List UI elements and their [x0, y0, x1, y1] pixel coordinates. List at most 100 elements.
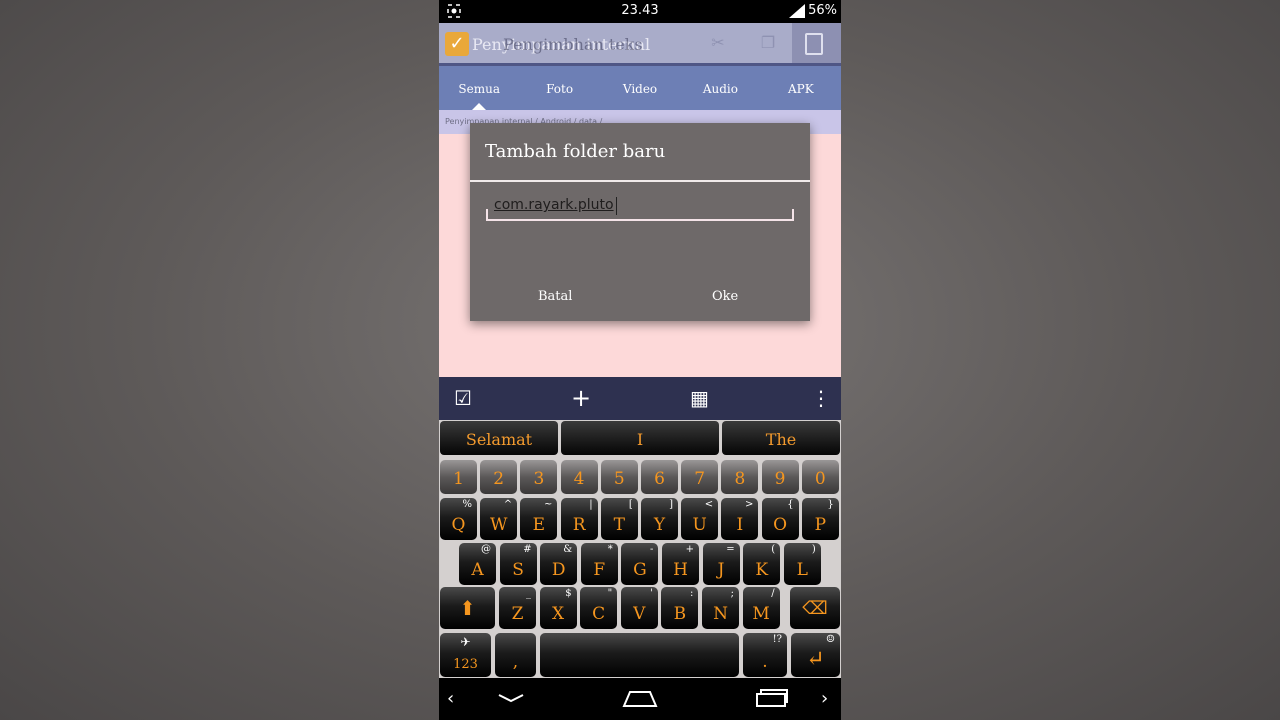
home-icon[interactable]: [622, 688, 658, 708]
key-v-symbol: ': [650, 588, 653, 599]
key-n-symbol: ;: [730, 588, 734, 599]
key-k[interactable]: (K: [743, 543, 781, 585]
key-7[interactable]: 7: [681, 460, 719, 494]
key-q[interactable]: % Q: [440, 498, 477, 540]
key-f-label: F: [593, 560, 606, 580]
tab-apk[interactable]: APK: [761, 66, 841, 110]
key-9[interactable]: 9: [761, 460, 799, 494]
key-i-symbol: >: [745, 499, 754, 510]
key-e-label: E: [532, 515, 546, 535]
app-subtitle: Pengimbhan teks: [503, 35, 643, 54]
key-h-symbol: +: [685, 544, 694, 555]
key-s[interactable]: # S: [499, 543, 537, 585]
period-sub-label: !?: [772, 634, 782, 645]
bottom-toolbar: ☑ + ▦ ⋮: [439, 377, 841, 420]
add-icon[interactable]: +: [571, 386, 591, 410]
key-6[interactable]: 6: [641, 460, 678, 494]
backspace-key[interactable]: ⌫: [790, 587, 840, 629]
hide-keyboard-icon[interactable]: [497, 692, 525, 704]
key-g[interactable]: -G: [621, 543, 659, 585]
key-n[interactable]: ; N: [702, 587, 739, 629]
tab-foto[interactable]: Foto: [519, 66, 599, 110]
key-o-label: O: [773, 515, 788, 535]
key-y-label: Y: [653, 515, 666, 535]
suggestion-3[interactable]: The: [722, 421, 840, 455]
key-a[interactable]: @ A: [459, 543, 496, 585]
period-key[interactable]: !? .: [743, 633, 787, 677]
key-v[interactable]: ' V: [620, 587, 658, 629]
key-5[interactable]: 5: [600, 460, 638, 494]
more-menu-icon[interactable]: ⋮: [811, 387, 831, 409]
key-2[interactable]: 2: [480, 460, 518, 494]
backspace-icon: ⌫: [802, 598, 828, 619]
cancel-button[interactable]: Batal: [538, 289, 572, 304]
key-q-label: Q: [451, 515, 466, 535]
key-w[interactable]: ^ W: [480, 498, 518, 540]
key-0[interactable]: 0: [801, 460, 839, 494]
key-3-label: 3: [533, 469, 545, 489]
key-l-label: L: [796, 560, 808, 580]
key-b[interactable]: :B: [661, 587, 699, 629]
key-j[interactable]: = J: [702, 543, 740, 585]
key-4[interactable]: 4: [560, 460, 598, 494]
key-x-symbol: $: [565, 588, 572, 599]
enter-icon: ↵: [806, 647, 825, 672]
key-o[interactable]: {O: [761, 498, 799, 540]
suggestion-1[interactable]: Selamat: [440, 421, 558, 455]
grid-view-icon[interactable]: ▦: [690, 387, 709, 409]
key-z-label: Z: [511, 604, 524, 624]
mode-switch-key[interactable]: ✈ 123: [440, 633, 491, 677]
shift-key[interactable]: ⬆: [440, 587, 495, 629]
text-cursor: [616, 197, 617, 215]
suggestion-2[interactable]: I: [561, 421, 719, 455]
key-3[interactable]: 3: [520, 460, 558, 494]
select-checkbox-icon[interactable]: ☑: [454, 387, 472, 409]
key-8-label: 8: [734, 469, 746, 489]
input-right-tick: [792, 209, 794, 221]
key-e[interactable]: ~ E: [520, 498, 558, 540]
key-k-label: K: [755, 560, 769, 580]
copy-icon[interactable]: ❐: [757, 32, 779, 54]
key-d[interactable]: & D: [540, 543, 578, 585]
folder-name-value: com.rayark.pluto: [494, 197, 614, 213]
key-1[interactable]: 1: [440, 460, 477, 494]
key-t[interactable]: [T: [600, 498, 638, 540]
key-q-symbol: %: [462, 499, 472, 510]
key-8[interactable]: 8: [721, 460, 759, 494]
key-x-label: X: [552, 604, 565, 624]
input-left-tick: [486, 209, 488, 221]
key-x[interactable]: $ X: [539, 587, 577, 629]
key-0-label: 0: [814, 469, 826, 489]
key-w-label: W: [489, 515, 508, 535]
app-logo-icon: ✓: [445, 32, 469, 56]
tab-audio[interactable]: Audio: [680, 66, 760, 110]
key-u[interactable]: < U: [681, 498, 719, 540]
key-h[interactable]: + H: [662, 543, 699, 585]
key-f-symbol: *: [607, 544, 613, 555]
space-key[interactable]: [540, 633, 739, 677]
key-p[interactable]: } P: [801, 498, 839, 540]
ok-button[interactable]: Oke: [712, 289, 738, 304]
tab-video[interactable]: Video: [600, 66, 680, 110]
key-e-symbol: ~: [544, 499, 553, 510]
key-z[interactable]: _ Z: [499, 587, 536, 629]
nav-left-arrow-icon[interactable]: ‹: [447, 688, 454, 709]
nav-right-arrow-icon[interactable]: ›: [821, 688, 828, 709]
key-y[interactable]: ] Y: [641, 498, 678, 540]
recents-icon[interactable]: [755, 688, 789, 708]
folder-name-input[interactable]: com.rayark.pluto: [486, 193, 793, 221]
enter-key[interactable]: ☺ ↵: [791, 633, 840, 677]
dialog-title: Tambah folder baru: [485, 141, 666, 162]
cut-icon[interactable]: ✂: [707, 32, 729, 54]
comma-key[interactable]: ,: [495, 633, 536, 677]
tab-semua[interactable]: Semua: [439, 66, 519, 110]
key-m[interactable]: / M: [742, 587, 780, 629]
key-r[interactable]: | R: [560, 498, 598, 540]
key-i[interactable]: > I: [721, 498, 759, 540]
key-f[interactable]: * F: [580, 543, 618, 585]
key-l-symbol: ): [811, 544, 816, 555]
key-c[interactable]: " C: [580, 587, 618, 629]
key-l[interactable]: ) L: [783, 543, 821, 585]
key-6-label: 6: [654, 469, 665, 489]
clipboard-button[interactable]: [792, 23, 841, 65]
